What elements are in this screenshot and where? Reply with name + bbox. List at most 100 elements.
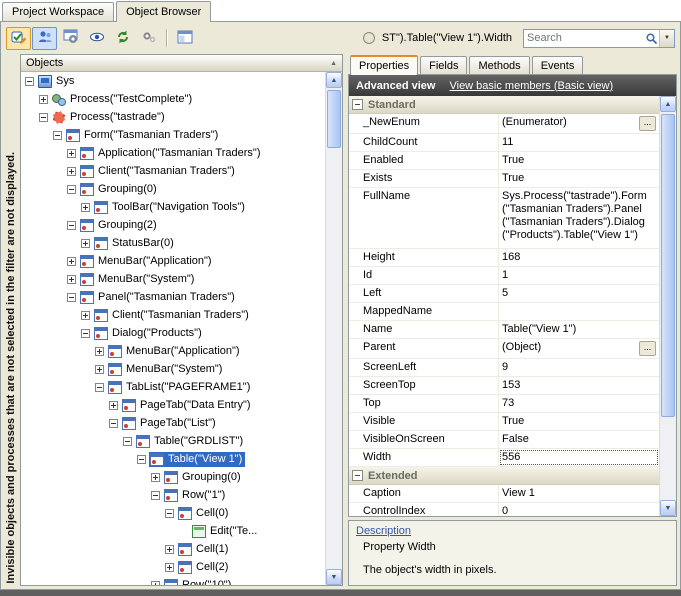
tree-node[interactable]: Grouping(2) [21, 216, 325, 234]
tree-node[interactable]: Panel("Tasmanian Traders") [21, 288, 325, 306]
expand-icon[interactable] [67, 275, 76, 284]
tab-project-workspace[interactable]: Project Workspace [2, 2, 114, 21]
tree-node-body[interactable]: Cell(2) [177, 560, 231, 575]
scroll-track[interactable] [326, 88, 342, 569]
property-name[interactable]: Exists [349, 170, 499, 187]
collapse-icon[interactable] [352, 99, 363, 110]
property-value[interactable]: View 1 [499, 485, 659, 502]
expand-icon[interactable] [81, 311, 90, 320]
expand-icon[interactable] [67, 149, 76, 158]
collapse-icon[interactable] [137, 455, 146, 464]
tree-node-body[interactable]: Application("Tasmanian Traders") [79, 146, 264, 161]
property-value[interactable]: 556 [499, 449, 659, 466]
tree-node-body[interactable]: MenuBar("Application") [79, 254, 215, 269]
property-name[interactable]: Left [349, 285, 499, 302]
grid-scrollbar[interactable]: ▲ ▼ [659, 96, 676, 516]
tree-node[interactable]: Cell(1) [21, 540, 325, 558]
expand-icon[interactable] [165, 563, 174, 572]
spy-indicator-icon[interactable] [362, 31, 376, 45]
tab-properties[interactable]: Properties [350, 55, 418, 75]
expand-icon[interactable] [67, 167, 76, 176]
collapse-icon[interactable] [67, 185, 76, 194]
property-value[interactable]: 0 [499, 503, 659, 516]
expand-icon[interactable] [151, 473, 160, 482]
tree-node-body[interactable]: TabList("PAGEFRAME1") [107, 380, 253, 395]
collapse-icon[interactable] [81, 329, 90, 338]
property-name[interactable]: VisibleOnScreen [349, 431, 499, 448]
tree-node[interactable]: Dialog("Products") [21, 324, 325, 342]
scroll-thumb[interactable] [661, 114, 675, 417]
property-value[interactable]: 5 [499, 285, 659, 302]
sort-arrow-icon[interactable]: ▲ [330, 60, 337, 67]
property-name[interactable]: Parent [349, 339, 499, 358]
tree-node-body[interactable]: Dialog("Products") [93, 326, 205, 341]
property-name[interactable]: _NewEnum [349, 114, 499, 133]
property-name[interactable]: ChildCount [349, 134, 499, 151]
collapse-icon[interactable] [53, 131, 62, 140]
property-name[interactable]: ScreenLeft [349, 359, 499, 376]
property-name[interactable]: ScreenTop [349, 377, 499, 394]
tree-node-body[interactable]: Grouping(2) [79, 218, 160, 233]
gear-tools-button[interactable] [136, 27, 161, 50]
tree-node[interactable]: Grouping(0) [21, 468, 325, 486]
tree-node-selected[interactable]: Table("View 1") [149, 452, 245, 467]
tree-node[interactable]: Row("1") [21, 486, 325, 504]
property-name[interactable]: Height [349, 249, 499, 266]
tree-node[interactable]: MenuBar("Application") [21, 252, 325, 270]
expand-icon[interactable] [95, 347, 104, 356]
tree-node-body[interactable]: Client("Tasmanian Traders") [79, 164, 238, 179]
property-value[interactable]: Table("View 1") [499, 321, 659, 338]
tree-node[interactable]: Grouping(0) [21, 180, 325, 198]
property-name[interactable]: MappedName [349, 303, 499, 320]
property-value[interactable]: 153 [499, 377, 659, 394]
property-name[interactable]: Caption [349, 485, 499, 502]
collapse-icon[interactable] [151, 491, 160, 500]
tree-node-body[interactable]: Process("TestComplete") [51, 92, 195, 107]
checkbox-edit-button[interactable] [6, 27, 31, 50]
tree-node-body[interactable]: Grouping(0) [163, 470, 244, 485]
property-name[interactable]: Visible [349, 413, 499, 430]
property-value[interactable]: (Object) [499, 339, 659, 358]
property-value[interactable]: False [499, 431, 659, 448]
property-value[interactable]: 1 [499, 267, 659, 284]
scroll-up-icon[interactable]: ▲ [326, 72, 342, 88]
description-link[interactable]: Description [356, 525, 411, 537]
expand-icon[interactable] [81, 239, 90, 248]
tree-node-body[interactable]: Row("10") [163, 578, 234, 586]
property-value[interactable]: 73 [499, 395, 659, 412]
tree-node[interactable]: Cell(0) [21, 504, 325, 522]
tree-node-body[interactable]: PageTab("List") [121, 416, 219, 431]
tab-object-browser[interactable]: Object Browser [116, 1, 211, 22]
tree-node-body[interactable]: Grouping(0) [79, 182, 160, 197]
tree-node[interactable]: MenuBar("Application") [21, 342, 325, 360]
tree-node-body[interactable]: ToolBar("Navigation Tools") [93, 200, 248, 215]
expand-icon[interactable] [81, 203, 90, 212]
scroll-track[interactable] [660, 112, 676, 500]
eye-view-button[interactable] [84, 27, 109, 50]
property-value[interactable]: 168 [499, 249, 659, 266]
scroll-thumb[interactable] [327, 90, 341, 148]
collapse-icon[interactable] [123, 437, 132, 446]
tree-scrollbar[interactable]: ▲ ▼ [325, 72, 342, 585]
tree-node-body[interactable]: PageTab("Data Entry") [121, 398, 254, 413]
tree-node-body[interactable]: Row("1") [163, 488, 228, 503]
collapse-icon[interactable] [95, 383, 104, 392]
tree-node[interactable]: Client("Tasmanian Traders") [21, 306, 325, 324]
property-value[interactable]: 9 [499, 359, 659, 376]
objects-header[interactable]: Objects ▲ [21, 55, 342, 72]
property-name[interactable]: ControlIndex [349, 503, 499, 516]
tab-fields[interactable]: Fields [420, 56, 467, 74]
collapse-icon[interactable] [109, 419, 118, 428]
tree-node-body[interactable]: MenuBar("System") [107, 362, 225, 377]
tree-node-body[interactable]: Panel("Tasmanian Traders") [79, 290, 238, 305]
search-icon[interactable] [643, 30, 659, 46]
highlight-users-button[interactable] [32, 27, 57, 50]
tree-node[interactable]: TabList("PAGEFRAME1") [21, 378, 325, 396]
tree-node-body[interactable]: Sys [37, 74, 77, 89]
collapse-icon[interactable] [67, 221, 76, 230]
tree-node-body[interactable]: MenuBar("System") [79, 272, 197, 287]
tree-node[interactable]: PageTab("List") [21, 414, 325, 432]
tree-node[interactable]: MenuBar("System") [21, 270, 325, 288]
refresh-button[interactable] [110, 27, 135, 50]
expand-icon[interactable] [95, 365, 104, 374]
